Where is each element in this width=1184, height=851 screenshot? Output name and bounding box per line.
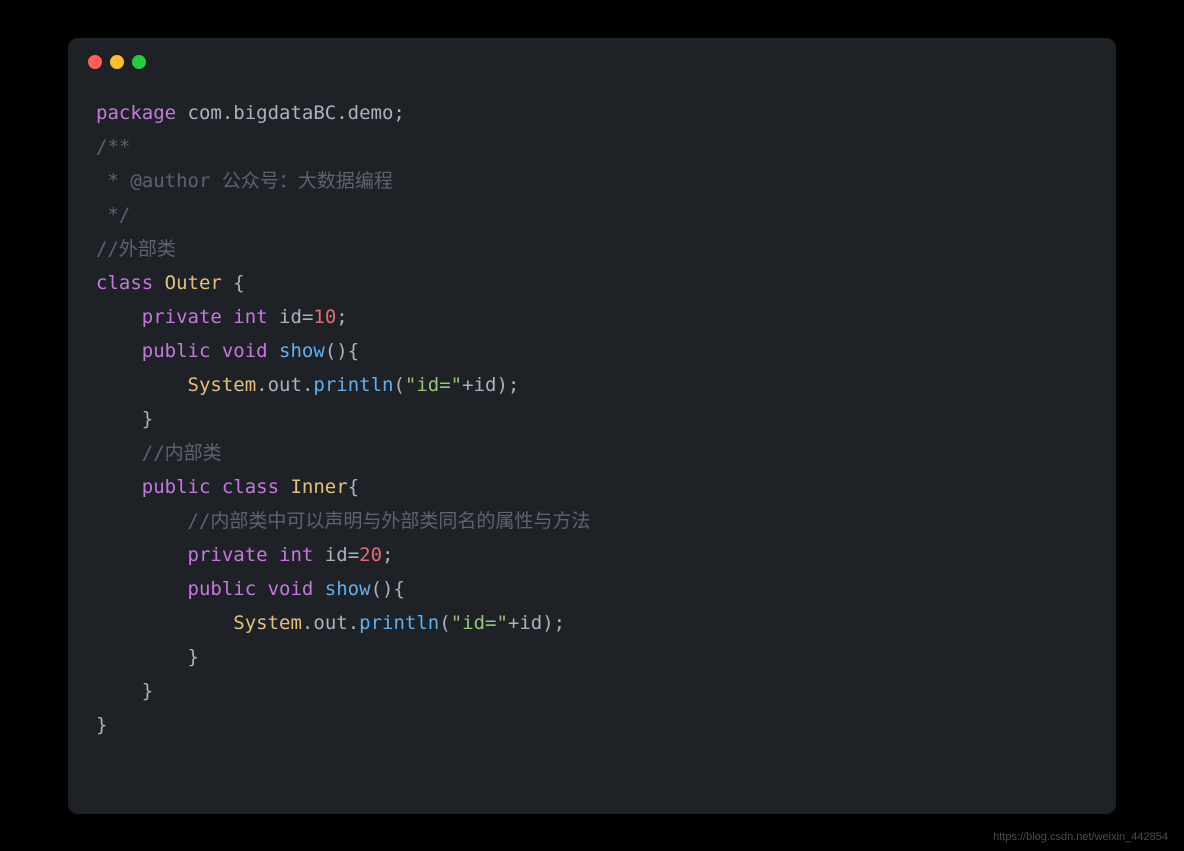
close-icon[interactable] — [88, 55, 102, 69]
code-window: package com.bigdataBC.demo; /** * @autho… — [68, 38, 1116, 814]
title-bar — [68, 38, 1116, 86]
code-line-14: private int id=20; — [96, 544, 393, 566]
maximize-icon[interactable] — [132, 55, 146, 69]
code-line-12: public class Inner{ — [96, 476, 359, 498]
code-line-16: System.out.println("id="+id); — [96, 612, 565, 634]
code-line-18: } — [96, 680, 153, 702]
code-line-19: } — [96, 714, 107, 736]
code-line-11: //内部类 — [96, 442, 222, 464]
code-line-13: //内部类中可以声明与外部类同名的属性与方法 — [96, 510, 590, 532]
code-area: package com.bigdataBC.demo; /** * @autho… — [68, 86, 1116, 762]
code-line-10: } — [96, 408, 153, 430]
code-line-4: */ — [96, 204, 130, 226]
code-line-8: public void show(){ — [96, 340, 359, 362]
code-line-2: /** — [96, 136, 130, 158]
code-line-1: package com.bigdataBC.demo; — [96, 102, 405, 124]
minimize-icon[interactable] — [110, 55, 124, 69]
code-line-7: private int id=10; — [96, 306, 348, 328]
code-line-9: System.out.println("id="+id); — [96, 374, 519, 396]
code-line-17: } — [96, 646, 199, 668]
code-line-6: class Outer { — [96, 272, 245, 294]
code-line-15: public void show(){ — [96, 578, 405, 600]
watermark: https://blog.csdn.net/weixin_442854 — [993, 831, 1168, 843]
code-line-5: //外部类 — [96, 238, 176, 260]
code-line-3: * @author 公众号：大数据编程 — [96, 170, 393, 192]
